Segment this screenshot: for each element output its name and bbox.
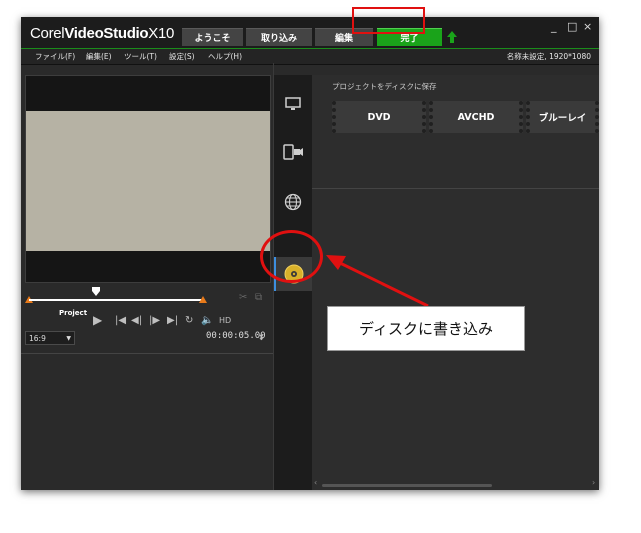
brand-version: X10	[148, 25, 175, 42]
hd-toggle[interactable]: HD	[219, 316, 231, 326]
go-to-start-icon[interactable]: |◀	[115, 316, 126, 326]
avchd-button[interactable]: AVCHD	[429, 101, 523, 133]
upload-icon[interactable]	[447, 31, 457, 43]
scrub-handle-icon[interactable]	[92, 287, 100, 296]
menu-help[interactable]: ヘルプ(H)	[208, 51, 242, 62]
maximize-icon[interactable]: □	[567, 21, 577, 33]
next-frame-icon[interactable]: |▶	[149, 316, 160, 326]
scrub-bar[interactable]	[29, 299, 203, 301]
tab-highlight-frame	[352, 7, 425, 34]
scroll-left-icon[interactable]: ‹	[314, 478, 317, 487]
library-panel	[21, 353, 274, 490]
title-bar: CorelVideoStudioX10 ようこそ 取り込み 編集 完了 _ □ …	[21, 17, 599, 48]
repeat-icon[interactable]: ↻	[185, 316, 193, 326]
brand-product: VideoStudio	[64, 25, 149, 42]
aspect-ratio-select[interactable]: 16:9 ▼	[25, 331, 75, 345]
monitor-icon[interactable]	[274, 89, 312, 119]
mobile-device-icon[interactable]	[274, 137, 312, 167]
trim-end-marker[interactable]	[199, 296, 207, 303]
menu-settings[interactable]: 設定(S)	[169, 51, 195, 62]
project-mode-label[interactable]: Project	[59, 309, 87, 317]
share-options-panel: プロジェクトをディスクに保存 DVD AVCHD ブルーレイ ‹ ›	[312, 75, 599, 490]
copy-icon[interactable]: ⧉	[255, 293, 262, 303]
scroll-right-icon[interactable]: ›	[592, 478, 595, 487]
timecode-stepper-icon[interactable]: ⬍	[258, 333, 265, 343]
aspect-ratio-value: 16:9	[29, 334, 46, 343]
horizontal-scrollbar[interactable]	[322, 484, 492, 487]
chevron-down-icon: ▼	[66, 335, 71, 342]
tab-capture[interactable]: 取り込み	[246, 28, 312, 46]
menu-edit[interactable]: 編集(E)	[86, 51, 112, 62]
volume-icon[interactable]: 🔈	[201, 316, 213, 326]
preview-window[interactable]	[25, 75, 271, 283]
timecode-display[interactable]: 00:00:05.00	[206, 331, 266, 341]
scissors-icon[interactable]: ✂	[239, 293, 247, 303]
app-logo: CorelVideoStudioX10	[30, 25, 174, 42]
web-globe-icon[interactable]	[274, 187, 312, 217]
disc-highlight-circle	[260, 230, 323, 283]
callout-box: ディスクに書き込み	[327, 306, 525, 351]
project-info: 名称未設定, 1920*1080	[506, 52, 591, 61]
tab-welcome[interactable]: ようこそ	[182, 28, 243, 46]
bluray-button[interactable]: ブルーレイ	[526, 101, 599, 133]
play-icon[interactable]: ▶	[93, 314, 102, 326]
brand-corel: Corel	[30, 25, 65, 42]
menu-bar: ファイル(F) 編集(E) ツール(T) 設定(S) ヘルプ(H) 名称未設定,…	[21, 48, 599, 65]
previous-frame-icon[interactable]: ◀|	[131, 316, 142, 326]
minimize-icon[interactable]: _	[551, 21, 557, 33]
menu-file[interactable]: ファイル(F)	[35, 51, 75, 62]
menu-tools[interactable]: ツール(T)	[124, 51, 157, 62]
section-title: プロジェクトをディスクに保存	[332, 82, 437, 91]
go-to-end-icon[interactable]: ▶|	[167, 316, 178, 326]
close-icon[interactable]: ×	[583, 21, 592, 33]
content-divider	[312, 188, 599, 189]
dvd-button[interactable]: DVD	[332, 101, 426, 133]
preview-frame	[26, 111, 270, 251]
